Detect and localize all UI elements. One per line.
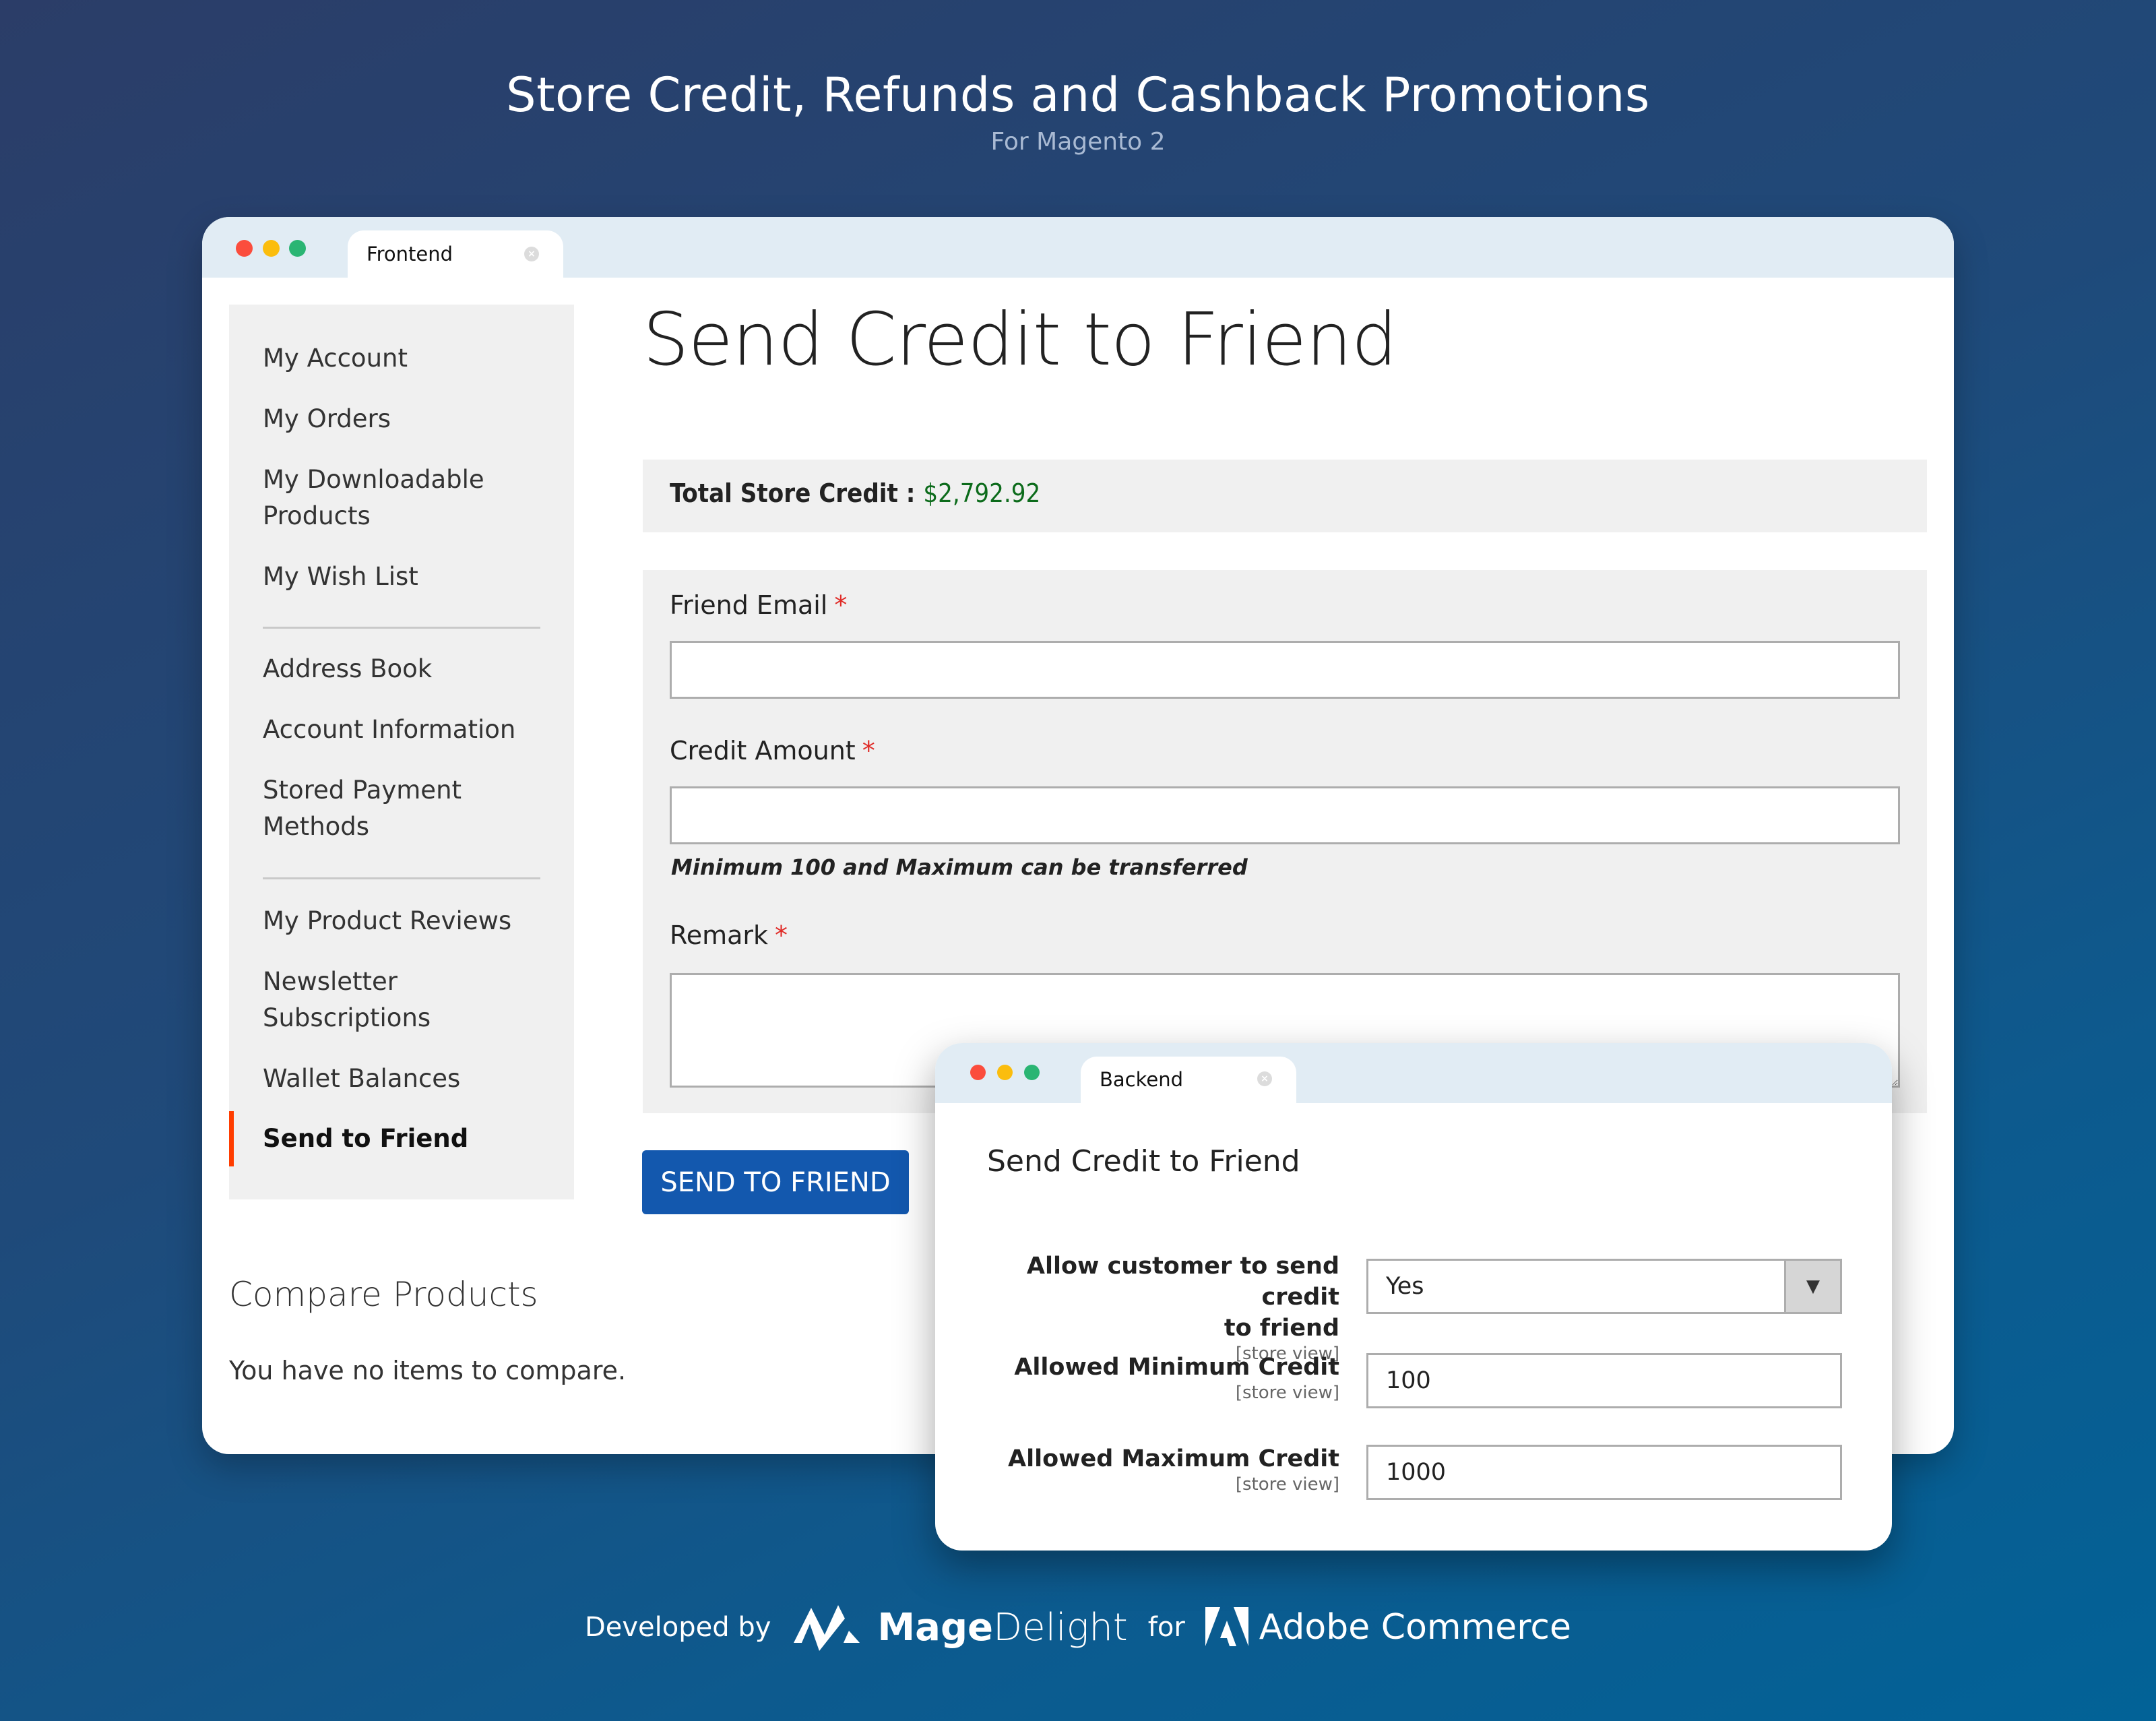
hero-subtitle: For Magento 2 [990,128,1166,156]
allow-send-credit-label-line2: to friend [1224,1315,1339,1342]
allow-send-credit-label-line1: Allow customer to send credit [1026,1253,1339,1311]
remark-label-text: Remark [670,920,769,950]
magedelight-logo-icon [794,1605,860,1651]
sidebar-divider [263,877,540,879]
maximize-window-dot[interactable] [1024,1065,1040,1080]
friend-email-label: Friend Email * [670,590,847,620]
tab-frontend-label: Frontend [367,243,453,265]
chevron-down-icon[interactable]: ▼ [1784,1261,1840,1312]
scope-label: [store view] [1235,1383,1339,1403]
compare-products-empty: You have no items to compare. [229,1356,627,1385]
allowed-minimum-credit-label: Allowed Minimum Credit [store view] [976,1352,1339,1403]
sidebar-item-wallet-balances[interactable]: Wallet Balances [263,1061,460,1097]
tab-close-icon[interactable]: × [524,247,539,261]
allowed-minimum-credit-input[interactable] [1366,1353,1842,1408]
total-store-credit-label: Total Store Credit : [670,478,916,508]
brand-name-bold: Mage [877,1605,994,1650]
allowed-maximum-credit-input[interactable] [1366,1445,1842,1500]
required-marker: * [775,920,788,950]
required-marker: * [834,590,848,620]
sidebar-item-my-downloadable-products[interactable]: My Downloadable Products [263,462,519,534]
page-title: Send Credit to Friend [643,298,1397,382]
total-store-credit: Total Store Credit : $2,792.92 [670,478,1040,508]
required-marker: * [862,736,875,765]
for-text: for [1147,1612,1185,1643]
backend-titlebar: Backend × [935,1043,1892,1103]
total-store-credit-box: Total Store Credit : $2,792.92 [643,460,1927,532]
adobe-logo-icon [1205,1607,1248,1646]
developed-by-text: Developed by [584,1612,771,1643]
send-credit-form: Friend Email * Credit Amount * Minimum 100… [643,570,1927,1113]
footer-credits: Developed by Mage Delight for Adobe Comme… [0,1604,2156,1651]
sidebar-item-stored-payment-methods[interactable]: Stored Payment Methods [263,772,485,845]
sidebar-divider [263,627,540,629]
platform-name: Adobe Commerce [1259,1607,1572,1648]
remark-label: Remark * [670,920,788,950]
compare-products-title: Compare Products [229,1275,538,1314]
friend-email-label-text: Friend Email [670,590,828,620]
allowed-maximum-credit-label: Allowed Maximum Credit [store view] [976,1443,1339,1495]
account-sidebar: My Account My Orders My Downloadable Pro… [229,305,574,1199]
sidebar-item-my-wish-list[interactable]: My Wish List [263,559,418,595]
credit-amount-label-text: Credit Amount [670,736,856,765]
frontend-titlebar: Frontend × [202,217,1954,278]
friend-email-input[interactable] [670,641,1900,699]
sidebar-item-address-book[interactable]: Address Book [263,651,432,687]
maximize-window-dot[interactable] [289,240,306,257]
backend-section-title: Send Credit to Friend [987,1144,1300,1179]
sidebar-item-my-orders[interactable]: My Orders [263,401,391,437]
sidebar-item-my-product-reviews[interactable]: My Product Reviews [263,903,511,939]
tab-backend[interactable]: Backend × [1081,1057,1296,1103]
allow-send-credit-select[interactable]: Yes ▼ [1366,1259,1842,1314]
credit-amount-input[interactable] [670,786,1900,844]
credit-amount-label: Credit Amount * [670,736,875,765]
total-store-credit-value: $2,792.92 [923,478,1041,508]
send-to-friend-button[interactable]: SEND TO FRIEND [642,1150,909,1214]
close-window-dot[interactable] [236,240,253,257]
minimize-window-dot[interactable] [263,240,280,257]
backend-window: Backend × Send Credit to Friend Allow cu… [935,1043,1892,1551]
tab-close-icon[interactable]: × [1257,1071,1272,1086]
allow-send-credit-label: Allow customer to send credit to friend … [976,1251,1339,1364]
active-item-marker [229,1111,234,1166]
sidebar-item-send-to-friend[interactable]: Send to Friend [263,1121,468,1157]
tab-frontend[interactable]: Frontend × [348,230,563,278]
tab-backend-label: Backend [1100,1068,1184,1091]
scope-label: [store view] [1235,1474,1339,1495]
allow-send-credit-value: Yes [1386,1273,1424,1300]
close-window-dot[interactable] [970,1065,986,1080]
credit-amount-note: Minimum 100 and Maximum can be transferr… [671,854,1248,880]
allowed-maximum-credit-label-text: Allowed Maximum Credit [1008,1445,1339,1472]
sidebar-item-my-account[interactable]: My Account [263,340,408,377]
minimize-window-dot[interactable] [997,1065,1013,1080]
hero-title: Store Credit, Refunds and Cashback Promo… [506,67,1650,123]
sidebar-item-account-information[interactable]: Account Information [263,712,515,748]
brand-name-light: Delight [993,1605,1128,1650]
sidebar-item-newsletter-subscriptions[interactable]: Newsletter Subscriptions [263,964,458,1036]
allowed-minimum-credit-label-text: Allowed Minimum Credit [1014,1354,1339,1381]
